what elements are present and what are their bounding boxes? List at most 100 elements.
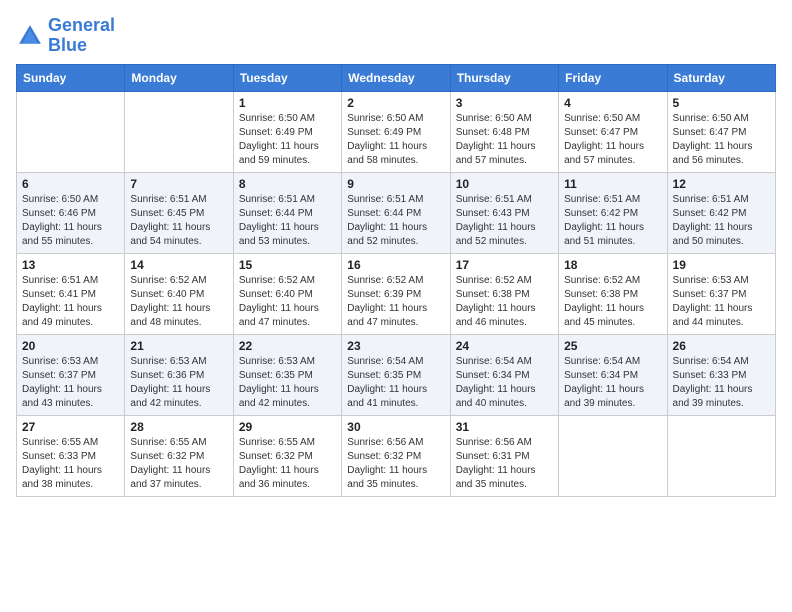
calendar-cell: 15 Sunrise: 6:52 AM Sunset: 6:40 PM Dayli… (233, 253, 341, 334)
day-info: Sunrise: 6:50 AM Sunset: 6:49 PM Dayligh… (239, 112, 336, 168)
page-header: General Blue (16, 16, 776, 56)
day-number: 31 (456, 420, 553, 434)
day-number: 1 (239, 96, 336, 110)
calendar-week-row: 1 Sunrise: 6:50 AM Sunset: 6:49 PM Daylig… (17, 91, 776, 172)
day-info: Sunrise: 6:51 AM Sunset: 6:42 PM Dayligh… (673, 193, 770, 249)
day-number: 2 (347, 96, 444, 110)
calendar-cell: 23 Sunrise: 6:54 AM Sunset: 6:35 PM Dayli… (342, 334, 450, 415)
day-number: 27 (22, 420, 119, 434)
day-info: Sunrise: 6:51 AM Sunset: 6:45 PM Dayligh… (130, 193, 227, 249)
logo-icon (16, 22, 44, 50)
day-number: 18 (564, 258, 661, 272)
calendar-cell (559, 415, 667, 496)
day-number: 23 (347, 339, 444, 353)
calendar-cell: 24 Sunrise: 6:54 AM Sunset: 6:34 PM Dayli… (450, 334, 558, 415)
day-info: Sunrise: 6:51 AM Sunset: 6:41 PM Dayligh… (22, 274, 119, 330)
day-number: 3 (456, 96, 553, 110)
calendar-cell: 8 Sunrise: 6:51 AM Sunset: 6:44 PM Daylig… (233, 172, 341, 253)
day-number: 14 (130, 258, 227, 272)
weekday-header: Monday (125, 64, 233, 91)
day-number: 28 (130, 420, 227, 434)
day-number: 7 (130, 177, 227, 191)
calendar-cell: 28 Sunrise: 6:55 AM Sunset: 6:32 PM Dayli… (125, 415, 233, 496)
logo: General Blue (16, 16, 115, 56)
day-number: 12 (673, 177, 770, 191)
weekday-header: Saturday (667, 64, 775, 91)
calendar-cell: 2 Sunrise: 6:50 AM Sunset: 6:49 PM Daylig… (342, 91, 450, 172)
day-number: 13 (22, 258, 119, 272)
calendar-cell: 20 Sunrise: 6:53 AM Sunset: 6:37 PM Dayli… (17, 334, 125, 415)
day-number: 4 (564, 96, 661, 110)
day-info: Sunrise: 6:51 AM Sunset: 6:44 PM Dayligh… (347, 193, 444, 249)
day-number: 20 (22, 339, 119, 353)
calendar-cell: 17Sunrise: 6:52 AM Sunset: 6:38 PM Dayli… (450, 253, 558, 334)
day-info: Sunrise: 6:55 AM Sunset: 6:32 PM Dayligh… (130, 436, 227, 492)
day-number: 11 (564, 177, 661, 191)
day-info: Sunrise: 6:56 AM Sunset: 6:32 PM Dayligh… (347, 436, 444, 492)
day-info: Sunrise: 6:53 AM Sunset: 6:37 PM Dayligh… (673, 274, 770, 330)
day-info: Sunrise: 6:54 AM Sunset: 6:34 PM Dayligh… (564, 355, 661, 411)
day-info: Sunrise: 6:54 AM Sunset: 6:35 PM Dayligh… (347, 355, 444, 411)
calendar-cell: 27 Sunrise: 6:55 AM Sunset: 6:33 PM Dayli… (17, 415, 125, 496)
calendar-cell: 31 Sunrise: 6:56 AM Sunset: 6:31 PM Dayli… (450, 415, 558, 496)
calendar-cell: 13 Sunrise: 6:51 AM Sunset: 6:41 PM Dayli… (17, 253, 125, 334)
day-info: Sunrise: 6:50 AM Sunset: 6:46 PM Dayligh… (22, 193, 119, 249)
calendar-cell: 29 Sunrise: 6:55 AM Sunset: 6:32 PM Dayli… (233, 415, 341, 496)
calendar-cell: 12 Sunrise: 6:51 AM Sunset: 6:42 PM Dayli… (667, 172, 775, 253)
calendar-cell (125, 91, 233, 172)
calendar-week-row: 6 Sunrise: 6:50 AM Sunset: 6:46 PM Daylig… (17, 172, 776, 253)
day-info: Sunrise: 6:53 AM Sunset: 6:36 PM Dayligh… (130, 355, 227, 411)
day-info: Sunrise: 6:50 AM Sunset: 6:47 PM Dayligh… (564, 112, 661, 168)
day-info: Sunrise: 6:52 AM Sunset: 6:39 PM Dayligh… (347, 274, 444, 330)
day-number: 8 (239, 177, 336, 191)
day-number: 9 (347, 177, 444, 191)
day-number: 25 (564, 339, 661, 353)
calendar-cell: 11Sunrise: 6:51 AM Sunset: 6:42 PM Dayli… (559, 172, 667, 253)
day-info: Sunrise: 6:56 AM Sunset: 6:31 PM Dayligh… (456, 436, 553, 492)
day-number: 10 (456, 177, 553, 191)
day-number: 6 (22, 177, 119, 191)
calendar-cell: 14Sunrise: 6:52 AM Sunset: 6:40 PM Dayli… (125, 253, 233, 334)
calendar-cell: 3 Sunrise: 6:50 AM Sunset: 6:48 PM Daylig… (450, 91, 558, 172)
calendar-cell: 6 Sunrise: 6:50 AM Sunset: 6:46 PM Daylig… (17, 172, 125, 253)
weekday-header: Wednesday (342, 64, 450, 91)
calendar-week-row: 20 Sunrise: 6:53 AM Sunset: 6:37 PM Dayli… (17, 334, 776, 415)
calendar-cell: 4 Sunrise: 6:50 AM Sunset: 6:47 PM Daylig… (559, 91, 667, 172)
calendar-cell: 18 Sunrise: 6:52 AM Sunset: 6:38 PM Dayli… (559, 253, 667, 334)
day-number: 21 (130, 339, 227, 353)
day-info: Sunrise: 6:53 AM Sunset: 6:37 PM Dayligh… (22, 355, 119, 411)
calendar-cell: 26 Sunrise: 6:54 AM Sunset: 6:33 PM Dayli… (667, 334, 775, 415)
calendar-cell: 21 Sunrise: 6:53 AM Sunset: 6:36 PM Dayli… (125, 334, 233, 415)
day-info: Sunrise: 6:50 AM Sunset: 6:49 PM Dayligh… (347, 112, 444, 168)
day-info: Sunrise: 6:52 AM Sunset: 6:40 PM Dayligh… (239, 274, 336, 330)
calendar-week-row: 27 Sunrise: 6:55 AM Sunset: 6:33 PM Dayli… (17, 415, 776, 496)
calendar-cell: 9 Sunrise: 6:51 AM Sunset: 6:44 PM Daylig… (342, 172, 450, 253)
day-info: Sunrise: 6:53 AM Sunset: 6:35 PM Dayligh… (239, 355, 336, 411)
calendar-cell: 1 Sunrise: 6:50 AM Sunset: 6:49 PM Daylig… (233, 91, 341, 172)
calendar-cell: 10 Sunrise: 6:51 AM Sunset: 6:43 PM Dayli… (450, 172, 558, 253)
day-number: 17 (456, 258, 553, 272)
day-number: 15 (239, 258, 336, 272)
day-number: 5 (673, 96, 770, 110)
logo-text: General Blue (48, 16, 115, 56)
day-info: Sunrise: 6:51 AM Sunset: 6:44 PM Dayligh… (239, 193, 336, 249)
calendar-week-row: 13 Sunrise: 6:51 AM Sunset: 6:41 PM Dayli… (17, 253, 776, 334)
day-info: Sunrise: 6:54 AM Sunset: 6:33 PM Dayligh… (673, 355, 770, 411)
day-info: Sunrise: 6:51 AM Sunset: 6:43 PM Dayligh… (456, 193, 553, 249)
day-number: 22 (239, 339, 336, 353)
day-info: Sunrise: 6:55 AM Sunset: 6:33 PM Dayligh… (22, 436, 119, 492)
weekday-header: Friday (559, 64, 667, 91)
day-number: 29 (239, 420, 336, 434)
calendar-cell: 5 Sunrise: 6:50 AM Sunset: 6:47 PM Daylig… (667, 91, 775, 172)
day-number: 26 (673, 339, 770, 353)
day-info: Sunrise: 6:50 AM Sunset: 6:48 PM Dayligh… (456, 112, 553, 168)
day-number: 16 (347, 258, 444, 272)
day-info: Sunrise: 6:52 AM Sunset: 6:38 PM Dayligh… (564, 274, 661, 330)
day-info: Sunrise: 6:50 AM Sunset: 6:47 PM Dayligh… (673, 112, 770, 168)
day-info: Sunrise: 6:54 AM Sunset: 6:34 PM Dayligh… (456, 355, 553, 411)
day-number: 24 (456, 339, 553, 353)
day-info: Sunrise: 6:55 AM Sunset: 6:32 PM Dayligh… (239, 436, 336, 492)
day-number: 30 (347, 420, 444, 434)
weekday-header: Thursday (450, 64, 558, 91)
calendar-table: SundayMondayTuesdayWednesdayThursdayFrid… (16, 64, 776, 497)
